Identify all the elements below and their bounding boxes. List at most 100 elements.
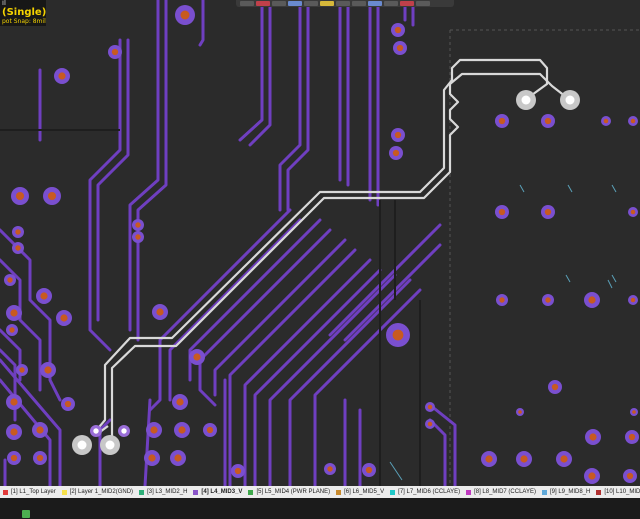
layer-tab-label: [1] L1_Top Layer [11, 489, 56, 495]
layer-tab-label: [5] L5_MID4 (PWR PLANE) [256, 489, 331, 495]
layer-color-swatch [466, 489, 472, 495]
via-pad-hole [193, 353, 201, 361]
via-pad-hole [628, 433, 636, 441]
layer-tab-label: [2] Layer 1_MID2(GND) [69, 489, 134, 495]
via-pad-hole [499, 297, 505, 303]
via-pad-hole [47, 191, 57, 201]
via-pad-hole [60, 314, 68, 322]
selected-pad-hole [77, 440, 87, 450]
via-pad-hole [150, 426, 158, 434]
via-pad-hole [15, 245, 21, 251]
via-pad-hole [36, 454, 44, 462]
via-pad-hole [10, 309, 18, 317]
via-pad-hole [180, 10, 190, 20]
via-pad-hole [19, 367, 25, 373]
move-icon[interactable] [288, 1, 302, 6]
via-pad-hole [392, 149, 400, 157]
via-pad-hole [58, 72, 66, 80]
selected-pad-hole [565, 95, 575, 105]
via-pad-hole [392, 329, 404, 341]
active-bar [236, 0, 454, 7]
via-pad-hole [135, 234, 141, 240]
via-pad-hole [15, 191, 25, 201]
route-icon[interactable] [256, 1, 270, 6]
via-pad-hole [520, 455, 528, 463]
via-pad-hole [156, 308, 164, 316]
via-pad-hole [551, 383, 559, 391]
via-pad-hole [427, 421, 433, 427]
layer-tab-label: [8] L8_MID7 (CCLAYE) [474, 489, 536, 495]
via-icon[interactable] [320, 1, 334, 6]
pcb-canvas[interactable] [0, 0, 640, 519]
grid-icon[interactable] [304, 1, 318, 6]
select-icon[interactable] [272, 1, 286, 6]
selected-via-hole [93, 428, 99, 434]
via-pad-hole [36, 426, 44, 434]
selected-pad-hole [521, 95, 531, 105]
layer-tab[interactable]: [2] Layer 1_MID2(GND) [59, 486, 136, 498]
via-pad-hole [10, 428, 18, 436]
hud-route-mode: (Single) [2, 7, 47, 18]
layer-tab[interactable]: [7] L7_MID6 (CCLAYE) [387, 486, 463, 498]
via-pad-hole [40, 292, 48, 300]
via-pad-hole [485, 455, 493, 463]
via-pad-hole [427, 404, 433, 410]
via-pad-hole [15, 229, 21, 235]
measure-icon[interactable] [368, 1, 382, 6]
via-pad-hole [560, 455, 568, 463]
layer-tab-label: [7] L7_MID6 (CCLAYE) [398, 489, 461, 495]
hud-mode-label: il [2, 0, 6, 7]
via-pad-hole [498, 208, 506, 216]
via-pad-hole [632, 410, 636, 414]
layer-tab-label: [9] L9_MID8_H [550, 489, 591, 495]
via-pad-hole [498, 117, 506, 125]
pad-icon[interactable] [336, 1, 350, 6]
text-icon[interactable] [352, 1, 366, 6]
via-pad-hole [64, 400, 72, 408]
layer-color-swatch [390, 489, 396, 495]
layer-tab[interactable]: [1] L1_Top Layer [0, 486, 59, 498]
layer-tabs-bar: [1] L1_Top Layer [2] Layer 1_MID2(GND) [3]… [0, 486, 640, 498]
layer-tab[interactable]: [3] L3_MID2_H [136, 486, 190, 498]
layer-color-swatch [3, 489, 8, 495]
via-pad-hole [518, 410, 522, 414]
via-pad-hole [174, 454, 182, 462]
layer-icon[interactable] [400, 1, 414, 6]
via-pad-hole [588, 296, 596, 304]
via-pad-hole [626, 472, 634, 480]
hud-overlay: il (Single) pot Snap: 8mil [0, 0, 46, 26]
via-pad-hole [148, 454, 156, 462]
layer-tab-label: [6] L6_MID5_V [344, 489, 385, 495]
polygon-icon[interactable] [384, 1, 398, 6]
layer-tab[interactable]: [8] L8_MID7 (CCLAYE) [463, 486, 539, 498]
hud-snap-label: pot Snap: 8mil [2, 18, 46, 25]
via-pad-hole [7, 277, 13, 283]
via-pad-hole [545, 297, 551, 303]
via-pad-hole [135, 222, 141, 228]
layer-tab[interactable]: [6] L6_MID5_V [333, 486, 387, 498]
layer-color-swatch [139, 489, 145, 495]
via-pad-hole [178, 426, 186, 434]
via-pad-hole [206, 426, 214, 434]
layer-color-swatch [193, 489, 199, 495]
via-pad-hole [589, 433, 597, 441]
layer-color-swatch [596, 489, 602, 495]
layer-tab[interactable]: [10] L10_MID9 [593, 486, 640, 498]
layer-tab[interactable]: [5] L5_MID4 (PWR PLANE) [245, 486, 333, 498]
via-pad-hole [394, 26, 402, 34]
via-pad-hole [111, 48, 119, 56]
status-icon [22, 510, 30, 518]
via-pad-hole [396, 44, 404, 52]
settings-icon[interactable] [416, 1, 430, 6]
via-pad-hole [588, 472, 596, 480]
layer-tab[interactable]: [9] L9_MID8_H [539, 486, 593, 498]
via-pad-hole [544, 117, 552, 125]
cursor-icon[interactable] [240, 1, 254, 6]
layer-tab-label: [10] L10_MID9 [604, 489, 640, 495]
via-pad-hole [9, 327, 15, 333]
via-pad-hole [327, 466, 333, 472]
via-pad-hole [394, 131, 402, 139]
selected-via-hole [121, 428, 127, 434]
layer-tab[interactable]: [4] L4_MID3_V [190, 486, 245, 498]
selected-pad-hole [105, 440, 115, 450]
